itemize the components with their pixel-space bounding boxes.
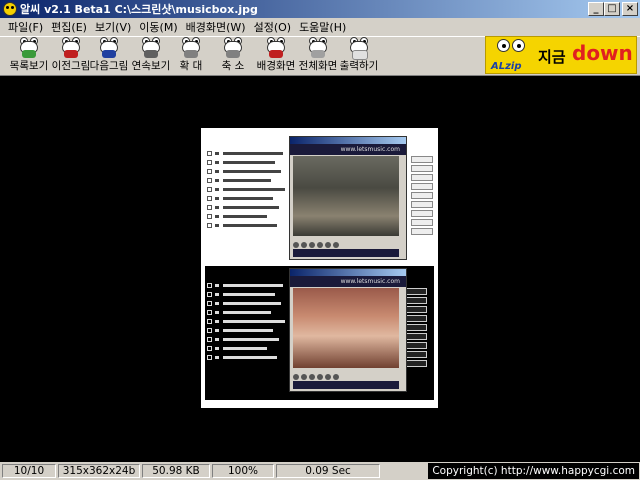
close-button[interactable]: × bbox=[622, 2, 638, 16]
image-viewer-canvas[interactable]: www.letsmusic.com www.letsmusic.com bbox=[0, 76, 640, 462]
screenshot-dark-theme: www.letsmusic.com bbox=[205, 266, 434, 400]
displayed-image: www.letsmusic.com www.letsmusic.com bbox=[201, 128, 438, 408]
status-time: 0.09 Sec bbox=[276, 464, 380, 478]
next-image-button[interactable]: 다음그림 bbox=[87, 37, 131, 75]
status-bar: 10/10 315x362x24b 50.98 KB 100% 0.09 Sec… bbox=[0, 462, 640, 480]
next-image-icon bbox=[98, 37, 120, 58]
next-image-label: 다음그림 bbox=[89, 60, 129, 72]
alzip-logo-text: ALzip bbox=[491, 61, 522, 72]
status-filesize: 50.98 KB bbox=[142, 464, 210, 478]
video-frame-dark bbox=[293, 288, 399, 368]
previous-image-icon bbox=[60, 37, 82, 58]
zoom-in-button[interactable]: 확 대 bbox=[176, 37, 206, 75]
size-column-dark bbox=[405, 288, 427, 369]
zoom-out-label: 축 소 bbox=[221, 60, 245, 72]
window-title: 알씨 v2.1 Beta1 C:\스크린샷\musicbox.jpg bbox=[20, 3, 258, 16]
status-zoom: 100% bbox=[212, 464, 274, 478]
maximize-button[interactable]: □ bbox=[604, 2, 620, 16]
player-url: www.letsmusic.com bbox=[290, 144, 406, 155]
menu-view[interactable]: 보기(V) bbox=[91, 19, 135, 35]
menu-wallpaper[interactable]: 배경화면(W) bbox=[182, 19, 250, 35]
music-player-window: www.letsmusic.com bbox=[289, 136, 407, 260]
fullscreen-button[interactable]: 전체화면 bbox=[296, 37, 340, 75]
status-dimensions: 315x362x24b bbox=[58, 464, 140, 478]
video-frame bbox=[293, 156, 399, 236]
zoom-out-button[interactable]: 축 소 bbox=[218, 37, 248, 75]
title-bar: 알씨 v2.1 Beta1 C:\스크린샷\musicbox.jpg _ □ × bbox=[0, 0, 640, 18]
size-column bbox=[411, 156, 433, 237]
print-icon bbox=[348, 37, 370, 60]
zoom-in-label: 확 대 bbox=[179, 60, 203, 72]
list-view-icon bbox=[18, 37, 40, 58]
menu-help[interactable]: 도움말(H) bbox=[295, 19, 350, 35]
minimize-button[interactable]: _ bbox=[588, 2, 604, 16]
ad-text-down: down bbox=[572, 41, 633, 65]
print-button[interactable]: 출력하기 bbox=[337, 37, 381, 75]
slideshow-icon bbox=[140, 37, 162, 58]
ad-text-now: 지금 bbox=[538, 48, 566, 66]
fullscreen-icon bbox=[307, 37, 329, 58]
frog-mascot-icon bbox=[495, 39, 527, 61]
zoom-in-icon bbox=[180, 37, 202, 58]
wallpaper-icon bbox=[265, 37, 287, 58]
menu-edit[interactable]: 편집(E) bbox=[47, 19, 91, 35]
playlist bbox=[207, 150, 297, 231]
fullscreen-label: 전체화면 bbox=[298, 60, 338, 72]
screenshot-light-theme: www.letsmusic.com bbox=[205, 136, 434, 263]
slideshow-label: 연속보기 bbox=[131, 60, 171, 72]
menu-move[interactable]: 이동(M) bbox=[135, 19, 181, 35]
print-label: 출력하기 bbox=[339, 60, 379, 72]
music-player-window-dark: www.letsmusic.com bbox=[289, 268, 407, 392]
playlist-dark bbox=[207, 282, 297, 363]
player-url-dark: www.letsmusic.com bbox=[290, 276, 406, 287]
app-icon[interactable] bbox=[3, 2, 17, 16]
menu-file[interactable]: 파일(F) bbox=[4, 19, 47, 35]
player-controls-dark bbox=[293, 370, 399, 380]
status-index: 10/10 bbox=[2, 464, 56, 478]
slideshow-button[interactable]: 연속보기 bbox=[129, 37, 173, 75]
wallpaper-label: 배경화면 bbox=[256, 60, 296, 72]
wallpaper-button[interactable]: 배경화면 bbox=[254, 37, 298, 75]
menu-settings[interactable]: 설정(O) bbox=[250, 19, 295, 35]
player-controls bbox=[293, 238, 399, 248]
copyright-text[interactable]: Copyright(c) http://www.happycgi.com bbox=[428, 463, 639, 479]
alzip-logo: ALzip bbox=[489, 39, 533, 73]
menu-bar: 파일(F) 편집(E) 보기(V) 이동(M) 배경화면(W) 설정(O) 도움… bbox=[0, 18, 640, 36]
alzip-ad-banner[interactable]: ALzip 지금 down bbox=[485, 36, 637, 74]
zoom-out-icon bbox=[222, 37, 244, 58]
